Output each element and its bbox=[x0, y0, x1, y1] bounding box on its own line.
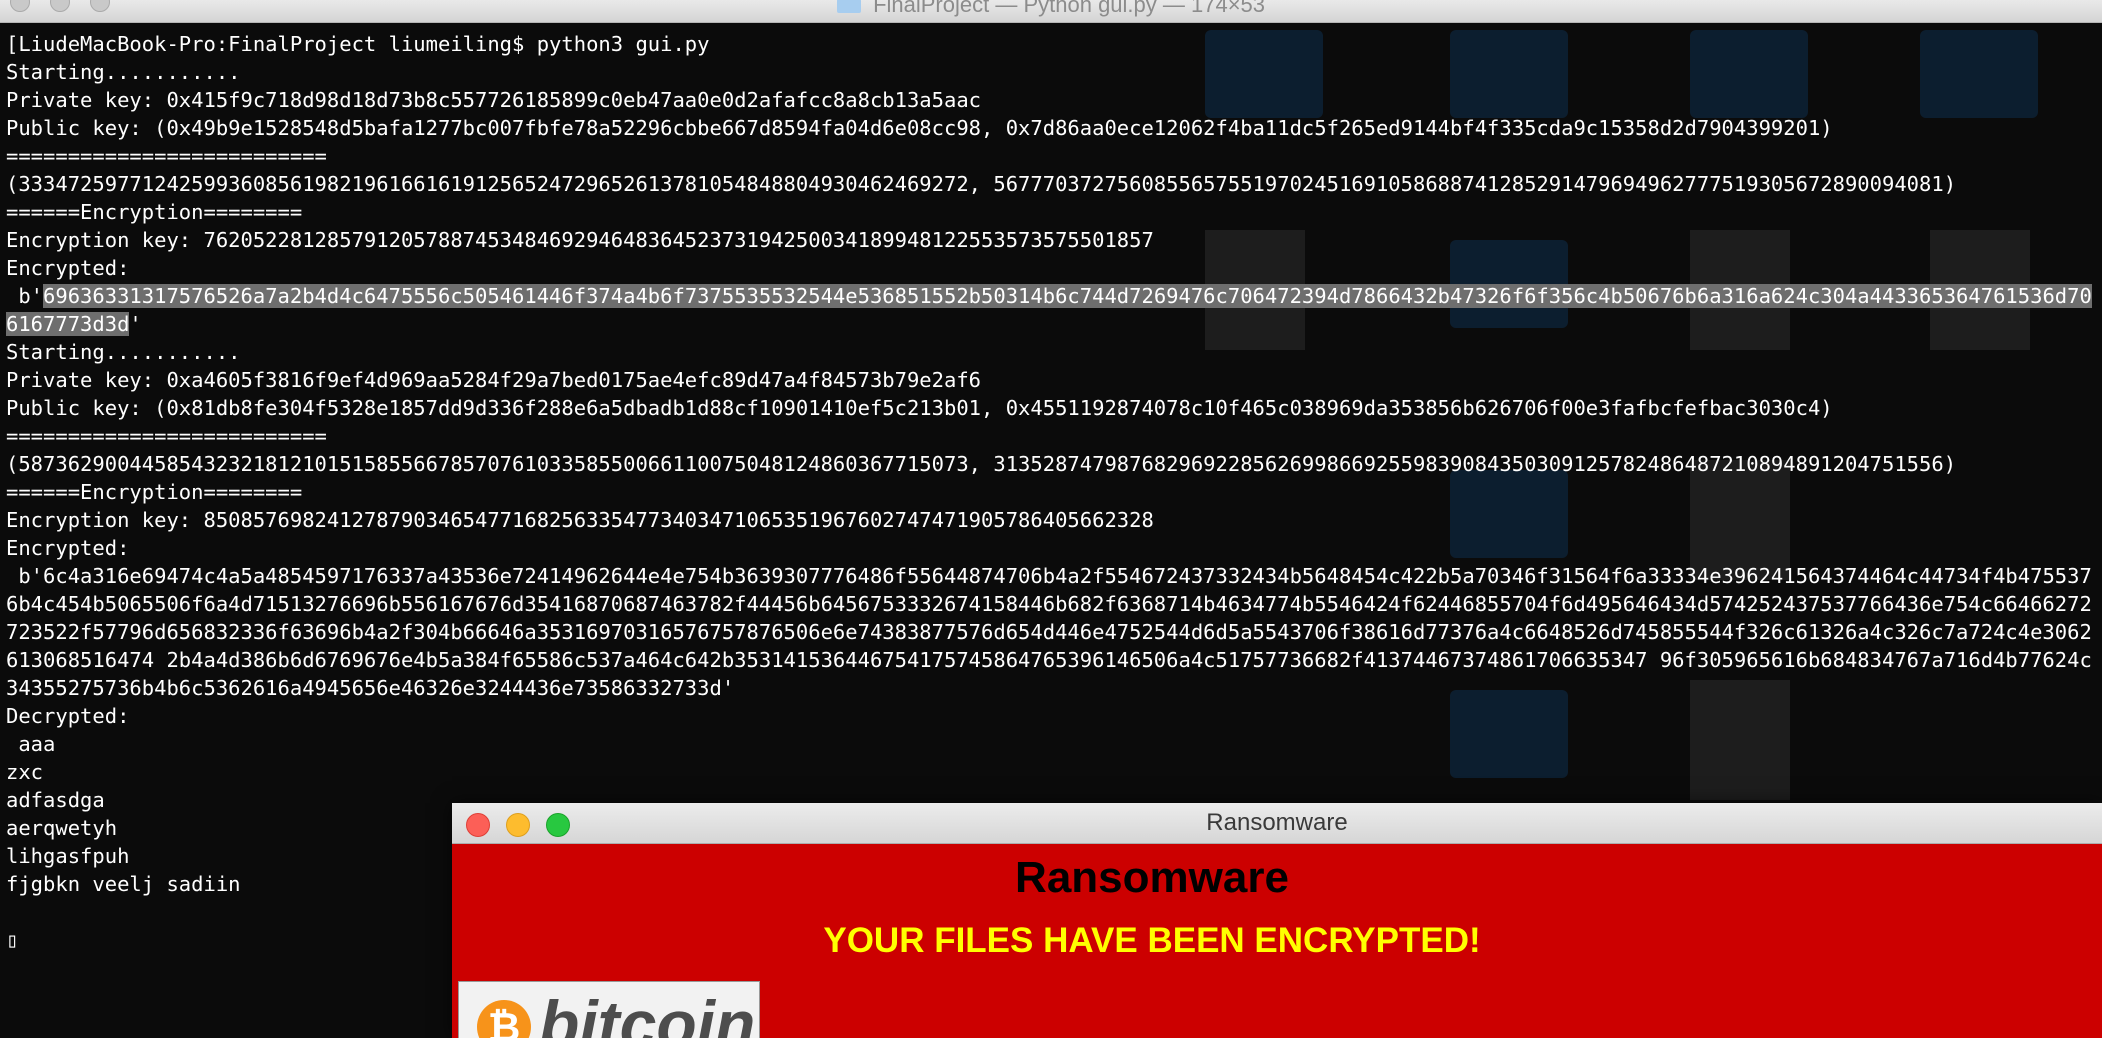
terminal-line: (333472597712425993608561982196166161912… bbox=[6, 172, 1957, 196]
terminal-line: Public key: (0x81db8fe304f5328e1857dd9d3… bbox=[6, 396, 1833, 420]
close-button[interactable] bbox=[466, 813, 490, 837]
zoom-button[interactable] bbox=[90, 0, 111, 12]
terminal-line: Private key: 0xa4605f3816f9ef4d969aa5284… bbox=[6, 368, 982, 392]
terminal-line: Encryption key: 850857698241278790346547… bbox=[6, 508, 1154, 532]
folder-icon bbox=[836, 0, 861, 14]
terminal-line: [LiudeMacBook-Pro:FinalProject liumeilin… bbox=[6, 32, 710, 56]
bitcoin-icon: ₿ bbox=[477, 1000, 531, 1038]
selected-text[interactable]: 69636331317576526a7a2b4d4c6475556c505461… bbox=[6, 284, 2092, 336]
window-title: FinalProject — Python gui.py — 174×53 bbox=[873, 0, 1266, 17]
terminal-line: aaa bbox=[6, 732, 56, 756]
terminal-line: ======Encryption======== bbox=[6, 200, 303, 224]
terminal-line: Encryption key: 762052281285791205788745… bbox=[6, 228, 1154, 252]
close-button[interactable] bbox=[10, 0, 30, 12]
zoom-button[interactable] bbox=[546, 813, 570, 837]
terminal-line: Encrypted: bbox=[6, 256, 130, 280]
terminal-line-suffix: ' bbox=[129, 312, 142, 336]
terminal-line: (587362900445854323218121015158556678570… bbox=[6, 452, 1957, 476]
terminal-line: Starting........... bbox=[6, 60, 241, 84]
ransomware-window-title: Ransomware bbox=[1206, 809, 1348, 836]
minimize-button[interactable] bbox=[506, 813, 530, 837]
terminal-line: b'69636331317576526a7a2b4d4c6475556c5054… bbox=[6, 282, 2096, 338]
terminal-line: Private key: 0x415f9c718d98d18d73b8c5577… bbox=[6, 88, 982, 112]
ransomware-heading: Ransomware bbox=[1015, 853, 1289, 902]
terminal-line: ======Encryption======== bbox=[6, 480, 303, 504]
terminal-line-prefix: b' bbox=[6, 284, 44, 308]
terminal-line: ========================== bbox=[6, 424, 327, 448]
minimize-button[interactable] bbox=[50, 0, 71, 12]
bitcoin-logo: ₿ bitcoin bbox=[458, 981, 760, 1038]
window-controls bbox=[10, 0, 124, 13]
terminal-line: ========================== bbox=[6, 144, 327, 168]
bitcoin-logo-text: bitcoin bbox=[539, 987, 756, 1038]
terminal-line: Encrypted: bbox=[6, 536, 130, 560]
terminal-line: Decrypted: bbox=[6, 704, 130, 728]
terminal-line: zxc bbox=[6, 760, 44, 784]
terminal-line: b'6c4a316e69474c4a5a4854597176337a43536e… bbox=[6, 564, 2092, 700]
terminal-line: Public key: (0x49b9e1528548d5bafa1277bc0… bbox=[6, 116, 1833, 140]
encrypted-warning: YOUR FILES HAVE BEEN ENCRYPTED! bbox=[823, 921, 1481, 960]
terminal-title-bar: FinalProject — Python gui.py — 174×53 bbox=[0, 0, 2102, 23]
terminal-line: Starting........... bbox=[6, 340, 241, 364]
ransomware-window: Ransomware Ransomware YOUR FILES HAVE BE… bbox=[452, 803, 2102, 1038]
ransomware-title-bar[interactable]: Ransomware bbox=[452, 803, 2102, 844]
